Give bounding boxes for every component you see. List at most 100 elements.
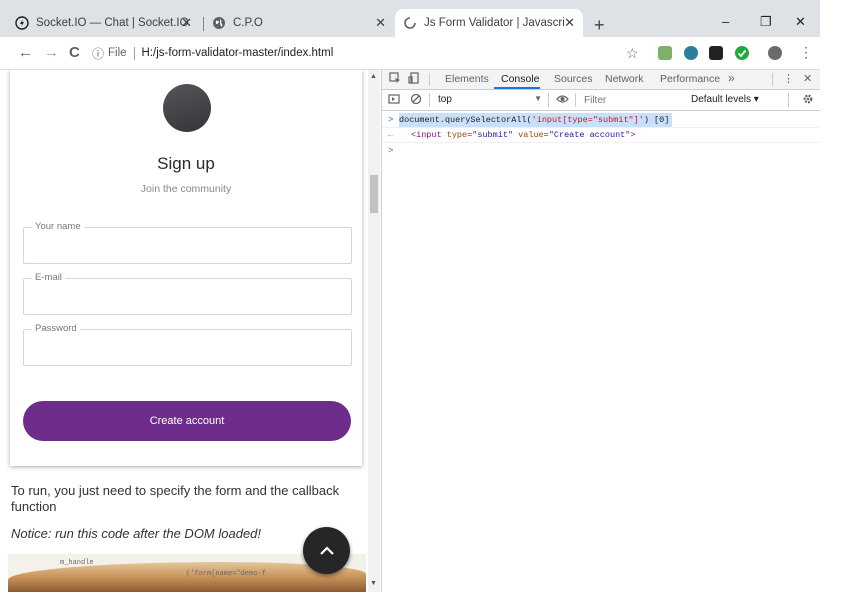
extension-check-icon[interactable] [735,46,749,60]
name-input[interactable] [24,228,355,265]
log-levels-dropdown[interactable]: Default levels ▾ [691,94,759,105]
tab-performance[interactable]: Performance [660,73,720,85]
tab-title: Js Form Validator | Javascript vali [424,17,564,29]
toolbar-divider [429,93,430,107]
scrollbar-thumb[interactable] [370,175,378,213]
tab-elements[interactable]: Elements [445,73,489,85]
browser-menu-icon[interactable]: ⋮ [799,44,813,61]
console-prompt-line[interactable]: > [382,144,820,158]
site-info-icon[interactable]: ⓘ [92,45,104,62]
close-tab-icon[interactable]: ✕ [375,15,386,31]
devtools-tab-bar: Elements Console Sources Network Perform… [382,70,820,90]
extension-mail-icon[interactable] [658,46,672,60]
notice-text: Notice: run this code after the DOM load… [11,526,262,541]
signup-card: Sign up Join the community Your name E-m… [10,70,362,466]
avatar [163,84,211,132]
tab-socketio[interactable]: Socket.IO — Chat | Socket.IO ✕ [15,9,200,37]
address-divider [133,46,135,60]
forward-button[interactable]: → [44,44,59,61]
code-token: "> [625,130,636,140]
console-input-prompt: > [388,115,394,125]
toolbar-divider [788,93,789,107]
close-tab-icon[interactable]: ✕ [564,15,575,31]
code-string: 'input[type="submit"]' [531,115,644,125]
tab-strip: Socket.IO — Chat | Socket.IO ✕ C.P.O ✕ J… [0,0,820,37]
active-tab-indicator [494,87,540,89]
extension-dark-icon[interactable] [709,46,723,60]
minimize-button[interactable]: – [722,14,729,29]
code-tag: input [416,130,442,140]
toolbar-divider [548,93,549,107]
address-bar[interactable]: ⓘ File H:/js-form-validator-master/index… [92,43,652,63]
tab-sources[interactable]: Sources [554,73,593,85]
profile-avatar-icon[interactable] [768,46,782,60]
create-account-button[interactable]: Create account [23,401,351,441]
tab-title: Socket.IO — Chat | Socket.IO [36,17,189,29]
tab-console[interactable]: Console [501,73,540,85]
code-token: " [507,130,519,140]
close-devtools-icon[interactable]: ✕ [803,72,812,85]
globe-favicon-icon [212,16,226,30]
reload-button[interactable]: C [69,44,80,61]
devtools-menu-icon[interactable]: ⋮ [783,72,794,85]
devtools-panel: Elements Console Sources Network Perform… [381,70,820,592]
console-output-line[interactable]: ← <input type="submit" value="Create acc… [382,128,820,143]
password-field[interactable]: Password [23,323,355,367]
code-attr-name: type [446,130,468,140]
address-scheme: File [108,47,127,59]
more-tabs-button[interactable]: » [728,71,735,85]
socketio-favicon-icon [15,16,29,30]
tab-network[interactable]: Network [605,73,644,85]
toolbar-divider [429,73,430,86]
name-field[interactable]: Your name [23,221,355,265]
scroll-down-arrow-icon[interactable]: ▼ [370,580,377,587]
email-input[interactable] [24,279,355,316]
console-output-element[interactable]: <input type="submit" value="Create accou… [411,128,636,142]
scroll-up-arrow-icon[interactable]: ▲ [370,73,377,80]
device-toolbar-icon[interactable] [408,72,420,87]
console-input-code: document.querySelectorAll('input[type="s… [399,113,673,127]
code-token: =" [543,130,554,140]
tab-divider [203,17,204,31]
email-field[interactable]: E-mail [23,272,355,316]
close-window-button[interactable]: ✕ [795,14,806,30]
tab-cpo[interactable]: C.P.O ✕ [212,9,392,37]
console-output-arrow-icon: ← [388,130,394,140]
clear-console-icon[interactable] [410,93,422,108]
code-token: document.querySelectorAll( [399,115,532,125]
console-prompt: > [388,146,394,156]
sidebar-toggle-icon[interactable] [388,93,400,108]
context-selector-value: top [438,94,452,105]
code-snippet: ('form[name="demo-f [186,570,266,578]
loading-spinner-icon [403,16,417,30]
browser-toolbar: ← → C ⓘ File H:/js-form-validator-master… [0,37,820,70]
close-tab-icon[interactable]: ✕ [181,15,192,31]
bookmark-star-icon[interactable]: ☆ [626,45,639,62]
tab-js-form-validator[interactable]: Js Form Validator | Javascript vali ✕ [395,9,583,37]
chevron-up-icon [319,545,334,555]
code-snippet: m_handle [60,559,94,567]
browser-window: Socket.IO — Chat | Socket.IO ✕ C.P.O ✕ J… [0,0,820,592]
address-url: H:/js-form-validator-master/index.html [141,47,334,59]
back-button[interactable]: ← [18,44,33,61]
live-expression-eye-icon[interactable] [556,93,569,108]
password-input[interactable] [24,330,355,367]
code-attr-value: submit [477,130,508,140]
context-selector[interactable]: top ▼ [434,91,542,108]
toolbar-divider [575,93,576,107]
restore-button[interactable]: ❐ [760,14,772,30]
console-filter-input[interactable] [582,92,686,108]
new-tab-button[interactable]: + [594,15,605,36]
console-input-line[interactable]: > document.querySelectorAll('input[type=… [382,113,820,128]
code-attr-name: value [518,130,544,140]
page-viewport: Sign up Join the community Your name E-m… [0,70,378,592]
console-toolbar: top ▼ Default levels ▾ [382,90,820,111]
page-scrollbar[interactable]: ▲ ▼ [368,70,380,592]
extension-globe-icon[interactable] [684,46,698,60]
inspect-element-icon[interactable] [389,72,401,87]
code-token: ) [0] [643,115,670,125]
toolbar-divider [772,73,773,86]
console-settings-gear-icon[interactable] [802,93,814,108]
tab-title: C.P.O [233,17,263,29]
scroll-to-top-button[interactable] [303,527,350,574]
